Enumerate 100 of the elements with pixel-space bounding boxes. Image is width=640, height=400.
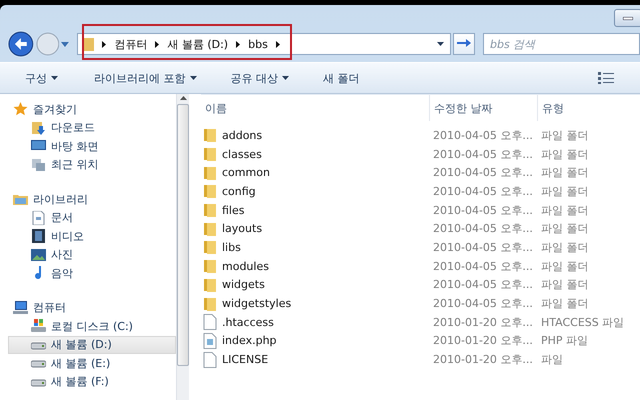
film-icon: [31, 229, 46, 244]
folder-icon: [203, 202, 217, 218]
table-cell-text: 2010-04-05 오후...: [432, 202, 534, 218]
table-cell-text: 2010-04-05 오후...: [432, 258, 534, 274]
table-cell-text: 2010-01-20 오후...: [432, 314, 534, 330]
address-bar[interactable]: 컴퓨터 새 볼륨 (D:) bbs: [77, 33, 452, 55]
sidebar-item[interactable]: 비디오: [8, 227, 176, 246]
sidebar-group[interactable]: 즐겨찾기: [12, 100, 176, 118]
file-name[interactable]: layouts: [201, 220, 429, 237]
file-name[interactable]: libs: [201, 239, 429, 256]
sidebar-item[interactable]: 음악: [8, 264, 176, 282]
breadcrumb[interactable]: 컴퓨터: [114, 36, 148, 52]
table-cell-text: 파일 폴더: [540, 146, 590, 162]
folder-icon: [203, 183, 217, 200]
picture-icon: [31, 248, 46, 262]
script-file-icon: [203, 332, 217, 349]
file-name[interactable]: files: [201, 202, 429, 218]
refresh-button[interactable]: [453, 33, 475, 55]
toolbar-button[interactable]: 새 폴더: [312, 67, 370, 89]
refresh-icon: [457, 38, 472, 50]
system-drive-icon: [31, 319, 46, 334]
table-cell-text: 파일 폴더: [540, 296, 590, 312]
chevron-icon: [102, 40, 106, 48]
sidebar-item[interactable]: 문서: [8, 208, 176, 227]
folder-icon: [203, 127, 217, 144]
breadcrumb[interactable]: 새 볼륨 (D:): [167, 36, 228, 52]
file-name[interactable]: index.php: [201, 332, 429, 349]
search-field[interactable]: bbs 검색: [483, 33, 640, 55]
caret-icon: [51, 76, 58, 80]
sidebar-group[interactable]: 라이브러리: [12, 190, 176, 208]
folder-icon: [203, 239, 217, 256]
library-folder-icon: [13, 192, 28, 206]
folder-icon: [203, 220, 217, 237]
folder-icon: [203, 164, 217, 181]
computer-icon: [13, 300, 28, 315]
table-cell-text: HTACCESS 파일: [540, 314, 626, 330]
file-name[interactable]: LICENSE: [201, 352, 429, 368]
table-cell-text: 2010-04-05 오후...: [432, 296, 534, 312]
file-icon: [203, 352, 217, 368]
file-name[interactable]: .htaccess: [201, 314, 429, 330]
column-header[interactable]: 수정한 날짜: [429, 95, 537, 121]
sidebar-item[interactable]: 새 볼륨 (E:): [8, 354, 176, 372]
table-cell-text: 파일 폴더: [540, 184, 590, 199]
file-name[interactable]: config: [201, 183, 429, 200]
folder-icon: [203, 296, 217, 312]
recent-places-icon: [31, 158, 46, 172]
sidebar-item[interactable]: 바탕 화면: [8, 137, 176, 156]
folder-icon: [203, 258, 217, 274]
column-header[interactable]: 이름: [201, 95, 429, 121]
sidebar-item[interactable]: 사진: [8, 246, 176, 264]
table-cell-text: 2010-01-20 오후...: [432, 333, 534, 348]
table-cell-text: 파일 폴더: [540, 221, 590, 236]
table-cell-text: 파일 폴더: [540, 128, 590, 143]
table-cell-text: 2010-04-05 오후...: [432, 165, 534, 180]
chevron-icon: [236, 40, 240, 48]
minimize-button[interactable]: [614, 9, 640, 27]
table-cell-text: 파일 폴더: [540, 240, 590, 255]
table-cell-text: 파일 폴더: [540, 165, 590, 180]
toolbar-button[interactable]: 구성: [14, 67, 69, 89]
table-cell-text: 2010-04-05 오후...: [432, 221, 534, 236]
sidebar-item[interactable]: 새 볼륨 (F:): [8, 372, 176, 391]
caret-icon: [437, 42, 444, 46]
scrollbar[interactable]: [176, 94, 189, 400]
back-button[interactable]: [8, 31, 34, 57]
table-cell-text: 2010-04-05 오후...: [432, 184, 534, 199]
sidebar-item[interactable]: 새 볼륨 (D:): [8, 336, 176, 354]
file-name[interactable]: addons: [201, 127, 429, 144]
view-options-icon[interactable]: [598, 72, 614, 84]
file-name[interactable]: widgetstyles: [201, 296, 429, 312]
table-cell-text: PHP 파일: [540, 333, 590, 348]
scroll-up-icon[interactable]: [180, 96, 186, 100]
minimize-icon: [623, 16, 633, 20]
file-name[interactable]: widgets: [201, 276, 429, 293]
table-cell-text: 파일 폴더: [540, 258, 590, 274]
breadcrumb[interactable]: bbs: [248, 38, 268, 50]
toolbar-button[interactable]: 공유 대상: [220, 67, 300, 89]
star-icon: [13, 102, 28, 116]
chevron-icon: [155, 40, 160, 48]
column-header[interactable]: 유형: [537, 95, 640, 121]
caret-icon: [282, 76, 289, 80]
folder-icon: [203, 276, 217, 293]
toolbar-button[interactable]: 라이브러리에 포함: [83, 67, 208, 89]
folder-icon: [203, 146, 217, 162]
table-cell-text: 2010-04-05 오후...: [432, 146, 534, 162]
file-name[interactable]: modules: [201, 258, 429, 274]
history-dropdown-icon[interactable]: [61, 42, 70, 46]
sidebar-item[interactable]: 최근 위치: [8, 156, 176, 174]
download-folder-icon: [31, 120, 46, 135]
sidebar-item[interactable]: 다운로드: [8, 118, 176, 137]
file-name[interactable]: classes: [201, 146, 429, 162]
folder-icon: [84, 37, 94, 51]
document-icon: [31, 210, 46, 225]
sidebar-group[interactable]: 컴퓨터: [12, 298, 176, 317]
table-cell-text: 파일: [540, 352, 564, 368]
sidebar-item[interactable]: 로컬 디스크 (C:): [8, 317, 176, 336]
table-cell-text: 파일 폴더: [540, 277, 590, 292]
table-cell-text: 2010-01-20 오후...: [432, 352, 534, 368]
table-cell-text: 파일 폴더: [540, 202, 590, 218]
file-name[interactable]: common: [201, 164, 429, 181]
table-cell-text: 2010-04-05 오후...: [432, 240, 534, 255]
